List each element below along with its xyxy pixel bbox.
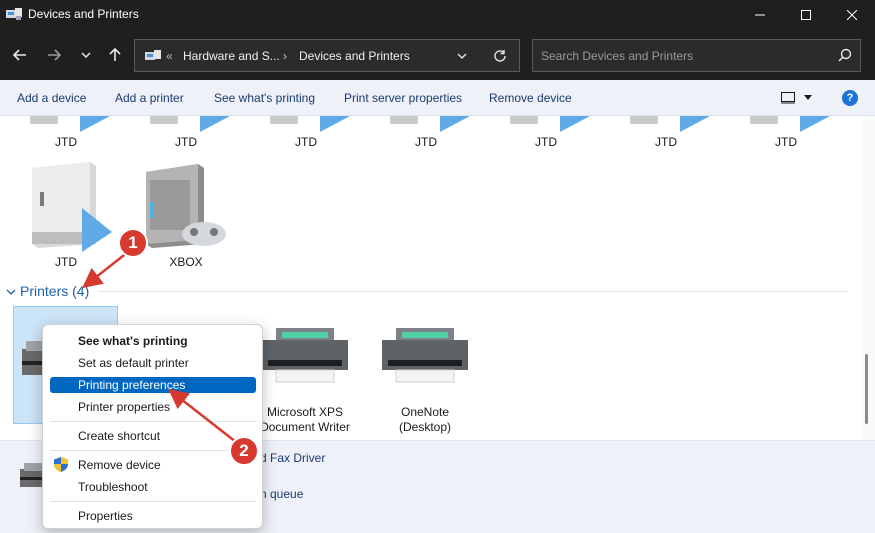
menu-separator	[50, 421, 256, 422]
computer-icon	[510, 116, 590, 132]
menu-item-see-whats-printing[interactable]: See what's printing	[50, 333, 256, 349]
title-bar: Devices and Printers	[0, 0, 875, 30]
device-label: JTD	[535, 135, 557, 149]
device-item[interactable]	[390, 116, 470, 134]
breadcrumb-devices-and-printers[interactable]: Devices and Printers	[299, 49, 410, 63]
device-label-jtd: JTD	[55, 255, 77, 269]
up-button[interactable]	[103, 44, 127, 66]
print-server-properties-button[interactable]: Print server properties	[344, 91, 462, 105]
device-item[interactable]	[750, 116, 830, 134]
chevron-down-icon[interactable]	[804, 95, 812, 100]
printer-label-line1: Microsoft XPS	[266, 405, 344, 419]
back-button[interactable]	[8, 44, 32, 66]
menu-item-troubleshoot[interactable]: Troubleshoot	[50, 479, 256, 495]
details-status: n queue	[260, 487, 304, 501]
menu-separator	[50, 501, 256, 502]
computer-icon	[630, 116, 710, 132]
printer-label-line2: Document Writer	[260, 420, 350, 434]
devices-printers-location-icon	[145, 50, 161, 60]
printer-label-line1: OneNote	[400, 405, 450, 419]
vertical-scrollbar[interactable]	[862, 116, 875, 440]
xbox-console-icon	[146, 164, 226, 248]
annotation-badge-1: 1	[118, 228, 148, 258]
printer-item-microsoft-xps[interactable]	[262, 326, 348, 388]
annotation-badge-2: 2	[229, 436, 259, 466]
command-bar: Add a device Add a printer See what's pr…	[0, 80, 875, 116]
chevron-down-icon	[6, 289, 16, 296]
search-input[interactable]: Search Devices and Printers	[532, 39, 861, 72]
maximize-icon	[801, 10, 811, 20]
device-label: JTD	[655, 135, 677, 149]
chevron-down-icon[interactable]	[457, 53, 467, 59]
printer-context-menu: See what's printing Set as default print…	[42, 324, 263, 529]
help-icon[interactable]: ?	[842, 90, 858, 106]
minimize-icon	[755, 14, 765, 16]
menu-item-printing-preferences[interactable]: Printing preferences	[50, 377, 256, 393]
search-icon[interactable]	[838, 48, 852, 62]
computer-icon	[750, 116, 830, 132]
computer-icon	[30, 116, 110, 132]
navigation-bar: « Hardware and S... › Devices and Printe…	[0, 30, 875, 80]
breadcrumb-hardware-and-sound[interactable]: Hardware and S...	[183, 49, 280, 63]
device-item[interactable]	[510, 116, 590, 134]
menu-item-set-default-printer[interactable]: Set as default printer	[50, 355, 256, 371]
printer-icon	[262, 328, 348, 383]
close-icon	[847, 10, 857, 20]
arrow-left-icon	[13, 49, 26, 61]
printer-item-onenote[interactable]	[382, 326, 468, 388]
maximize-button[interactable]	[783, 0, 829, 30]
device-item[interactable]	[270, 116, 350, 134]
view-options-icon[interactable]	[781, 92, 795, 104]
remove-device-button[interactable]: Remove device	[489, 91, 572, 105]
details-model: d Fax Driver	[260, 451, 326, 465]
computer-icon	[150, 116, 230, 132]
printers-group-header[interactable]: Printers (4)	[6, 283, 89, 299]
device-label: JTD	[175, 135, 197, 149]
device-item-xbox[interactable]	[144, 162, 228, 252]
device-label: JTD	[295, 135, 317, 149]
device-label: JTD	[55, 135, 77, 149]
computer-icon	[390, 116, 470, 132]
add-device-button[interactable]: Add a device	[17, 91, 86, 105]
breadcrumb-separator: ›	[283, 49, 287, 63]
arrow-right-icon	[48, 49, 61, 61]
device-label-xbox: XBOX	[169, 255, 203, 269]
device-label: JTD	[775, 135, 797, 149]
minimize-button[interactable]	[737, 0, 783, 30]
devices-printers-app-icon	[6, 8, 22, 20]
recent-locations-button[interactable]	[74, 44, 98, 66]
menu-item-remove-device[interactable]: Remove device	[50, 457, 256, 473]
window-title: Devices and Printers	[28, 7, 139, 21]
device-item[interactable]	[630, 116, 710, 134]
printers-group-count: (4)	[72, 283, 90, 299]
breadcrumb-overflow[interactable]: «	[166, 49, 173, 63]
device-item[interactable]	[150, 116, 230, 134]
device-item[interactable]	[30, 116, 110, 134]
printer-label-line2: (Desktop)	[398, 420, 451, 434]
arrow-up-icon	[109, 48, 121, 61]
device-label: JTD	[415, 135, 437, 149]
computer-icon	[270, 116, 350, 132]
printers-group-label: Printers	[20, 283, 69, 299]
scrollbar-thumb[interactable]	[865, 354, 868, 424]
refresh-icon[interactable]	[493, 49, 507, 63]
menu-item-create-shortcut[interactable]: Create shortcut	[50, 428, 256, 444]
search-placeholder: Search Devices and Printers	[541, 49, 694, 63]
forward-button[interactable]	[42, 44, 66, 66]
menu-item-properties[interactable]: Properties	[50, 508, 256, 524]
see-whats-printing-button[interactable]: See what's printing	[214, 91, 315, 105]
printer-icon	[382, 328, 468, 383]
menu-separator	[50, 450, 256, 451]
device-item-jtd[interactable]	[26, 162, 112, 252]
close-button[interactable]	[829, 0, 875, 30]
add-printer-button[interactable]: Add a printer	[115, 91, 184, 105]
menu-item-printer-properties[interactable]: Printer properties	[50, 399, 256, 415]
group-divider	[98, 291, 848, 292]
computer-icon	[32, 162, 112, 252]
address-bar[interactable]: « Hardware and S... › Devices and Printe…	[134, 39, 520, 72]
chevron-down-icon	[81, 52, 91, 58]
